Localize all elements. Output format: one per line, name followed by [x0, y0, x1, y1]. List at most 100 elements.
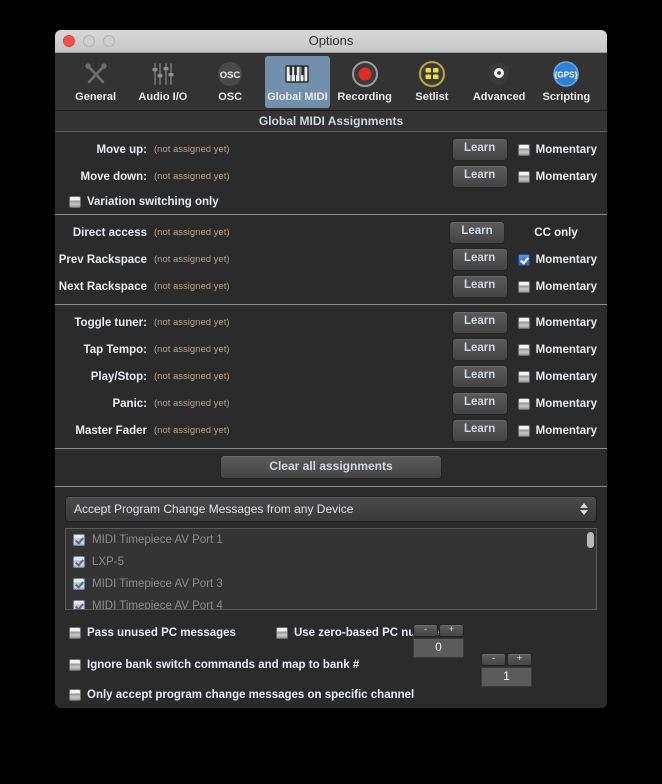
clear-button-row: Clear all assignments — [55, 449, 607, 479]
zoom-button[interactable] — [103, 35, 115, 47]
row-toggle-tuner: Toggle tuner: (not assigned yet) Learn M… — [55, 309, 607, 336]
momentary-label-tap-tempo: Momentary — [535, 343, 597, 356]
tab-global-midi[interactable]: Global MIDI — [264, 56, 330, 108]
tab-advanced[interactable]: Advanced — [467, 56, 532, 108]
close-button[interactable] — [63, 35, 75, 47]
momentary-label-master-fader: Momentary — [535, 424, 597, 437]
device-checkbox-4[interactable] — [73, 600, 85, 609]
tab-recording-label: Recording — [337, 91, 392, 103]
clear-all-assignments-button[interactable]: Clear all assignments — [220, 455, 442, 479]
tab-general[interactable]: General — [63, 56, 128, 108]
pass-unused-pc-messages-checkbox[interactable] — [69, 627, 81, 639]
learn-button-direct-access[interactable]: Learn — [449, 221, 505, 244]
device-label-1: MIDI Timepiece AV Port 1 — [92, 534, 223, 546]
row-variation-switching: Variation switching only — [55, 190, 607, 214]
bank-number-stepper[interactable]: - + 0 — [413, 624, 464, 658]
device-list-scrollbar[interactable] — [587, 532, 594, 548]
row-move-up: Move up: (not assigned yet) Learn Moment… — [55, 136, 607, 163]
program-change-mode-value: Accept Program Change Messages from any … — [74, 502, 354, 516]
learn-button-panic[interactable]: Learn — [451, 392, 508, 415]
list-item[interactable]: LXP-5 — [66, 551, 596, 573]
row-next-rackspace-label: Next Rackspace — [58, 280, 147, 293]
momentary-checkbox-master-fader[interactable] — [517, 424, 530, 437]
tab-audio-io[interactable]: Audio I/O — [130, 56, 195, 108]
minimize-button[interactable] — [83, 35, 95, 47]
row-play-stop-label: Play/Stop: — [90, 370, 147, 383]
learn-button-move-up[interactable]: Learn — [451, 138, 508, 161]
learn-button-prev-rackspace[interactable]: Learn — [451, 248, 508, 271]
device-checkbox-1[interactable] — [73, 534, 85, 546]
only-specific-channel-label: Only accept program change messages on s… — [87, 689, 415, 701]
row-prev-rackspace: Prev Rackspace (not assigned yet) Learn … — [55, 246, 607, 273]
learn-button-move-down[interactable]: Learn — [451, 165, 508, 188]
variation-switching-only-checkbox[interactable] — [69, 196, 81, 208]
pass-unused-pc-messages-label: Pass unused PC messages — [87, 627, 236, 639]
learn-button-next-rackspace[interactable]: Learn — [451, 275, 508, 298]
momentary-checkbox-toggle-tuner[interactable] — [517, 316, 530, 329]
setlist-grid-icon — [418, 60, 445, 88]
bank-increment-button[interactable]: + — [439, 624, 464, 637]
learn-button-master-fader[interactable]: Learn — [451, 419, 508, 442]
list-item[interactable]: MIDI Timepiece AV Port 4 — [66, 595, 596, 610]
tab-setlist-label: Setlist — [415, 91, 449, 103]
shield-gear-icon — [486, 60, 512, 88]
window-titlebar: Options — [55, 30, 607, 53]
tab-general-label: General — [75, 91, 117, 103]
momentary-checkbox-move-up[interactable] — [517, 143, 530, 156]
row-prev-rackspace-value: (not assigned yet) — [154, 254, 230, 265]
only-specific-channel-checkbox[interactable] — [69, 689, 81, 701]
row-tap-tempo-label: Tap Tempo: — [83, 343, 147, 356]
tab-recording[interactable]: Recording — [332, 56, 397, 108]
channel-increment-button[interactable]: + — [507, 653, 532, 666]
device-checkbox-2[interactable] — [73, 556, 85, 568]
learn-button-tap-tempo[interactable]: Learn — [451, 338, 508, 361]
tab-osc[interactable]: OSC OSC — [198, 56, 263, 108]
channel-decrement-button[interactable]: - — [481, 653, 506, 666]
row-next-rackspace: Next Rackspace (not assigned yet) Learn … — [55, 273, 607, 300]
channel-number-stepper[interactable]: - + 1 — [481, 653, 532, 687]
list-item[interactable]: MIDI Timepiece AV Port 1 — [66, 529, 596, 551]
preferences-toolbar: General Audio I/O OSC OSC Global MIDI Re… — [55, 53, 607, 111]
tab-setlist[interactable]: Setlist — [399, 56, 464, 108]
svg-text:{GPS}: {GPS} — [555, 71, 578, 80]
row-master-fader-value: (not assigned yet) — [154, 425, 230, 436]
group-transport: Toggle tuner: (not assigned yet) Learn M… — [55, 305, 607, 444]
divider-4 — [55, 486, 607, 487]
variation-switching-only-label: Variation switching only — [87, 196, 219, 208]
momentary-checkbox-tap-tempo[interactable] — [517, 343, 530, 356]
momentary-checkbox-prev-rackspace[interactable] — [517, 253, 530, 266]
tab-scripting[interactable]: {GPS} Scripting — [534, 56, 599, 108]
row-panic: Panic: (not assigned yet) Learn Momentar… — [55, 390, 607, 417]
momentary-checkbox-play-stop[interactable] — [517, 370, 530, 383]
wrench-screwdriver-icon — [83, 60, 109, 88]
channel-number-field[interactable]: 1 — [481, 667, 532, 687]
row-prev-rackspace-label: Prev Rackspace — [58, 253, 147, 266]
row-tap-tempo-value: (not assigned yet) — [154, 344, 230, 355]
device-label-4: MIDI Timepiece AV Port 4 — [92, 600, 223, 610]
svg-text:OSC: OSC — [220, 70, 241, 81]
learn-button-toggle-tuner[interactable]: Learn — [451, 311, 508, 334]
window-title: Options — [308, 33, 354, 48]
device-checkbox-3[interactable] — [73, 578, 85, 590]
ignore-bank-switch-checkbox[interactable] — [69, 659, 81, 671]
row-move-down: Move down: (not assigned yet) Learn Mome… — [55, 163, 607, 190]
momentary-checkbox-move-down[interactable] — [517, 170, 530, 183]
momentary-checkbox-next-rackspace[interactable] — [517, 280, 530, 293]
row-toggle-tuner-value: (not assigned yet) — [154, 317, 230, 328]
row-direct-access: Direct access (not assigned yet) Learn C… — [55, 219, 607, 246]
row-play-stop: Play/Stop: (not assigned yet) Learn Mome… — [55, 363, 607, 390]
sliders-icon — [150, 60, 176, 88]
bank-decrement-button[interactable]: - — [413, 624, 438, 637]
momentary-checkbox-panic[interactable] — [517, 397, 530, 410]
row-tap-tempo: Tap Tempo: (not assigned yet) Learn Mome… — [55, 336, 607, 363]
row-direct-access-label: Direct access — [72, 226, 147, 239]
row-move-down-label: Move down: — [80, 170, 147, 183]
learn-button-play-stop[interactable]: Learn — [451, 365, 508, 388]
midi-device-list[interactable]: MIDI Timepiece AV Port 1 LXP-5 MIDI Time… — [65, 528, 597, 610]
list-item[interactable]: MIDI Timepiece AV Port 3 — [66, 573, 596, 595]
row-panic-value: (not assigned yet) — [154, 398, 230, 409]
group-navigation: Move up: (not assigned yet) Learn Moment… — [55, 132, 607, 214]
program-change-mode-select[interactable]: Accept Program Change Messages from any … — [65, 496, 597, 522]
bank-number-field[interactable]: 0 — [413, 638, 464, 658]
use-zero-based-pc-numbers-checkbox[interactable] — [275, 627, 288, 639]
